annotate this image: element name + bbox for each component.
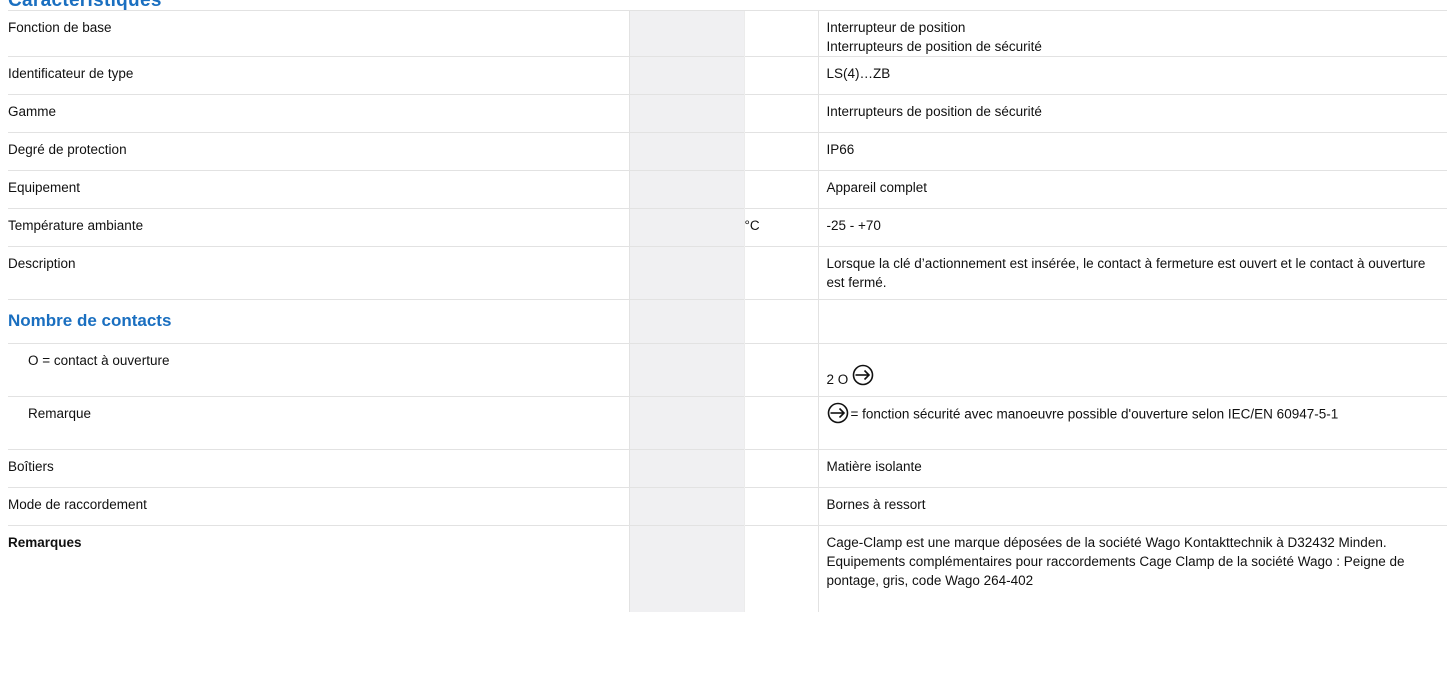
row-label: Mode de raccordement	[8, 487, 629, 526]
row-label: Remarques	[8, 525, 629, 612]
row-value: Lorsque la clé d’actionnement est inséré…	[817, 246, 1447, 300]
value-line: Interrupteurs de position de sécurité	[826, 39, 1042, 54]
table-row-ouverture: O = contact à ouverture 2 O	[8, 343, 1447, 397]
positive-opening-icon	[852, 364, 874, 386]
table-row-description: Description Lorsque la clé d’actionnemen…	[8, 246, 1447, 300]
value-line: Equipements complémentaires pour raccord…	[826, 554, 1405, 588]
row-label: Description	[8, 246, 629, 300]
value-line: Cage-Clamp est une marque déposées de la…	[826, 535, 1387, 550]
row-value: Interrupteur de position Interrupteurs d…	[817, 10, 1447, 57]
row-label: Identificateur de type	[8, 56, 629, 95]
table-row-equipement: Equipement Appareil complet	[8, 170, 1447, 209]
table-row-raccordement: Mode de raccordement Bornes à ressort	[8, 487, 1447, 526]
row-label: Boîtiers	[8, 449, 629, 488]
remark-text: = fonction sécurité avec manoeuvre possi…	[850, 406, 1339, 422]
row-value: LS(4)…ZB	[817, 56, 1447, 95]
table-row-fonction: Fonction de base Interrupteur de positio…	[8, 10, 1447, 57]
row-label: Degré de protection	[8, 132, 629, 171]
value-line: Interrupteur de position	[826, 20, 966, 35]
table-row-boitiers: Boîtiers Matière isolante	[8, 449, 1447, 488]
row-value: Interrupteurs de position de sécurité	[817, 94, 1447, 133]
row-label: Température ambiante	[8, 208, 629, 247]
row-value: -25 - +70	[817, 208, 1447, 247]
table-row-protection: Degré de protection IP66	[8, 132, 1447, 171]
row-unit: °C	[743, 208, 818, 247]
row-label: Fonction de base	[8, 10, 629, 57]
section-row-contacts: Nombre de contacts	[8, 299, 1447, 344]
row-value: Bornes à ressort	[817, 487, 1447, 526]
row-value: = fonction sécurité avec manoeuvre possi…	[817, 396, 1447, 450]
row-value: Matière isolante	[817, 449, 1447, 488]
spec-table: Fonction de base Interrupteur de positio…	[8, 10, 1447, 612]
row-value: IP66	[817, 132, 1447, 171]
row-label: O = contact à ouverture	[8, 343, 629, 397]
table-row-remarques: Remarques Cage-Clamp est une marque dépo…	[8, 525, 1447, 612]
row-label: Equipement	[8, 170, 629, 209]
row-label: Remarque	[8, 396, 629, 450]
row-value: Cage-Clamp est une marque déposées de la…	[817, 525, 1447, 612]
section-heading-contacts: Nombre de contacts	[8, 299, 629, 344]
row-label: Gamme	[8, 94, 629, 133]
row-value: 2 O	[817, 343, 1447, 397]
table-row-remarque: Remarque = fonction sécurité avec manoeu…	[8, 396, 1447, 450]
positive-opening-icon	[827, 402, 848, 424]
table-row-type: Identificateur de type LS(4)…ZB	[8, 56, 1447, 95]
table-row-temperature: Température ambiante °C -25 - +70	[8, 208, 1447, 247]
row-value: Appareil complet	[817, 170, 1447, 209]
contact-count: 2 O	[826, 372, 849, 387]
table-row-gamme: Gamme Interrupteurs de position de sécur…	[8, 94, 1447, 133]
